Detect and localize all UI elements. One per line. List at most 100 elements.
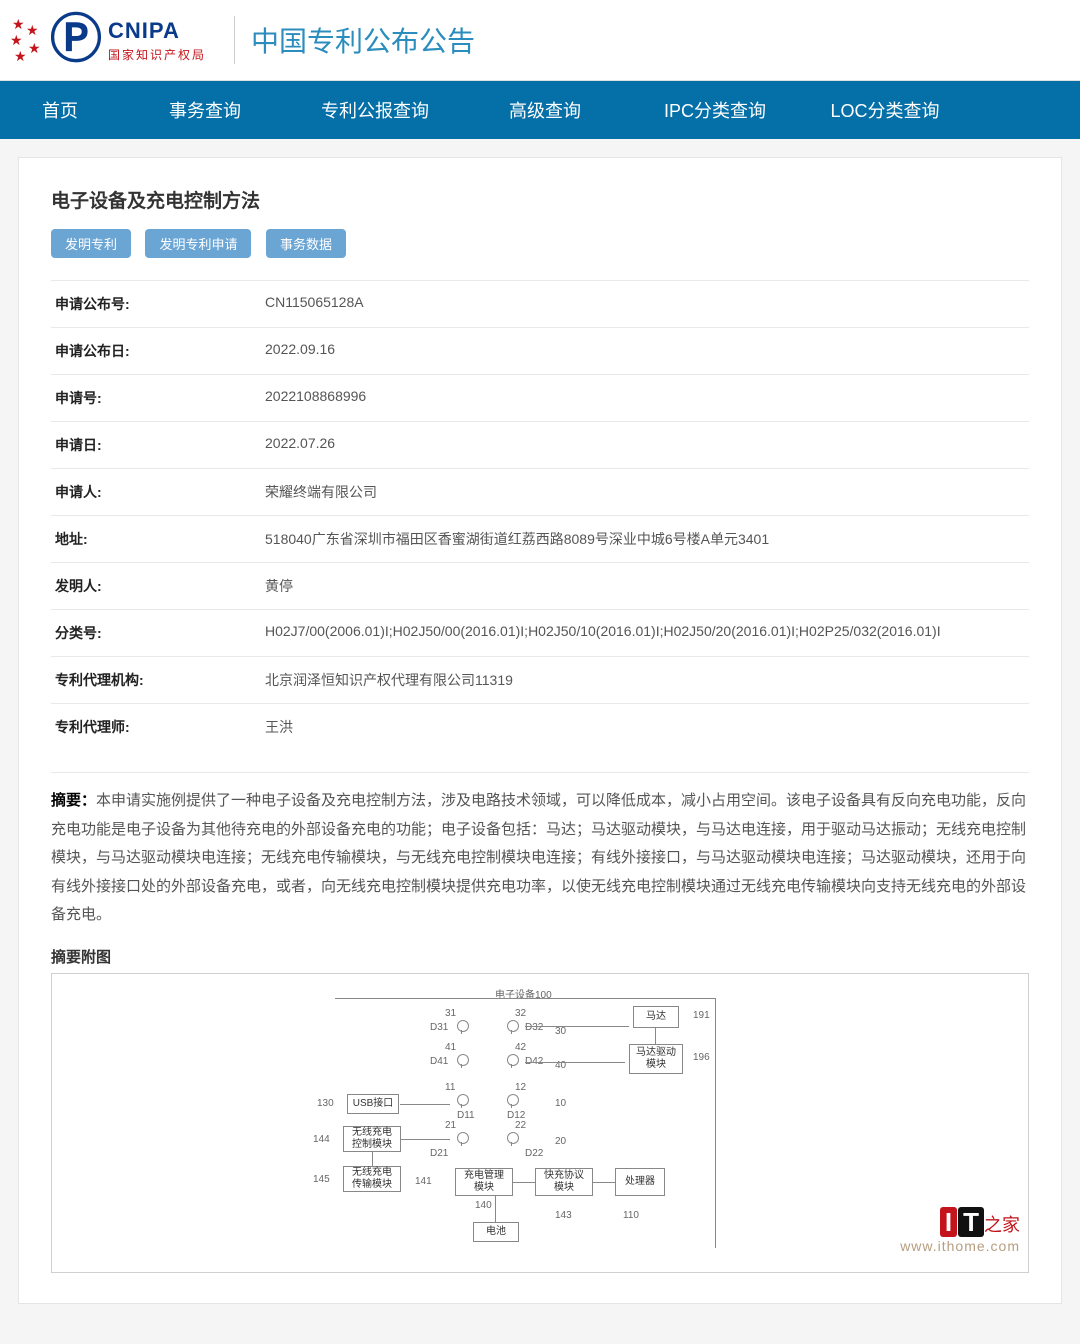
block-wl-ctrl: 无线充电控制模块 <box>343 1126 401 1152</box>
watermark-url: www.ithome.com <box>900 1238 1020 1254</box>
field-label: 申请人: <box>51 469 261 516</box>
table-row: 申请人:荣耀终端有限公司 <box>51 469 1029 516</box>
tag-row: 发明专利 发明专利申请 事务数据 <box>51 229 1029 258</box>
abstract-text: 本申请实施例提供了一种电子设备及充电控制方法，涉及电路技术领域，可以降低成本，减… <box>51 792 1026 923</box>
watermark: IT之家 www.ithome.com <box>900 1207 1020 1254</box>
info-table: 申请公布号:CN115065128A 申请公布日:2022.09.16 申请号:… <box>51 280 1029 750</box>
table-row: 发明人:黄停 <box>51 563 1029 610</box>
transistor-icon <box>455 1020 469 1032</box>
field-label: 申请公布日: <box>51 328 261 375</box>
num-41: 41 <box>445 1042 456 1053</box>
num-32: 32 <box>515 1008 526 1019</box>
table-row: 申请日:2022.07.26 <box>51 422 1029 469</box>
field-value: 2022108868996 <box>261 375 1029 422</box>
tag-invention[interactable]: 发明专利 <box>51 229 131 258</box>
org-name-en: CNIPA <box>108 18 206 44</box>
tag-affairs[interactable]: 事务数据 <box>266 229 346 258</box>
num-12: 12 <box>515 1082 526 1093</box>
site-header: ★★ ★★ ★ Ⓟ CNIPA 国家知识产权局 中国专利公布公告 <box>0 0 1080 81</box>
num-145: 145 <box>313 1174 330 1185</box>
num-110: 110 <box>623 1210 639 1221</box>
block-usb: USB接口 <box>347 1094 399 1114</box>
org-name-cn: 国家知识产权局 <box>108 46 206 63</box>
transistor-icon <box>455 1054 469 1066</box>
watermark-cn: 之家 <box>984 1211 1020 1237</box>
num-20: 20 <box>555 1136 566 1147</box>
figure-container: 电子设备100 马达 191 马达驱动模块 196 31 32 D31 D32 … <box>51 973 1029 1273</box>
nav-affairs[interactable]: 事务查询 <box>120 81 290 139</box>
block-qc-proto: 快充协议模块 <box>535 1168 593 1196</box>
field-label: 申请日: <box>51 422 261 469</box>
header-divider <box>234 16 235 64</box>
pin-d41: D41 <box>430 1056 448 1067</box>
block-motor: 马达 <box>633 1006 679 1028</box>
transistor-icon <box>505 1054 519 1066</box>
abstract: 摘要：本申请实施例提供了一种电子设备及充电控制方法，涉及电路技术领域，可以降低成… <box>51 787 1029 930</box>
table-row: 申请公布号:CN115065128A <box>51 281 1029 328</box>
num-22: 22 <box>515 1120 526 1131</box>
transistor-icon <box>505 1132 519 1144</box>
num-140: 140 <box>475 1200 492 1211</box>
table-row: 申请公布日:2022.09.16 <box>51 328 1029 375</box>
field-value: 2022.09.16 <box>261 328 1029 375</box>
field-value: CN115065128A <box>261 281 1029 328</box>
table-row: 申请号:2022108868996 <box>51 375 1029 422</box>
org-logo: ★★ ★★ ★ Ⓟ CNIPA 国家知识产权局 <box>8 10 206 70</box>
watermark-logo-icon: IT <box>940 1207 984 1237</box>
nav-ipc[interactable]: IPC分类查询 <box>630 81 800 139</box>
field-value: 荣耀终端有限公司 <box>261 469 1029 516</box>
field-value: 北京润泽恒知识产权代理有限公司11319 <box>261 657 1029 704</box>
num-144: 144 <box>313 1134 330 1145</box>
nav-loc[interactable]: LOC分类查询 <box>800 81 970 139</box>
block-batt: 电池 <box>473 1222 519 1242</box>
num-191: 191 <box>693 1010 710 1021</box>
pin-d22: D22 <box>525 1148 543 1159</box>
transistor-icon <box>505 1094 519 1106</box>
pin-d21: D21 <box>430 1148 448 1159</box>
field-label: 申请公布号: <box>51 281 261 328</box>
field-value: 黄停 <box>261 563 1029 610</box>
patent-title: 电子设备及充电控制方法 <box>51 186 1029 213</box>
figure-section-title: 摘要附图 <box>51 946 1029 967</box>
num-196: 196 <box>693 1052 710 1063</box>
transistor-icon <box>455 1094 469 1106</box>
field-label: 地址: <box>51 516 261 563</box>
abstract-label: 摘要： <box>51 792 96 809</box>
table-row: 分类号:H02J7/00(2006.01)I;H02J50/00(2016.01… <box>51 610 1029 657</box>
transistor-icon <box>455 1132 469 1144</box>
block-motor-drive: 马达驱动模块 <box>629 1044 683 1074</box>
num-130: 130 <box>317 1098 334 1109</box>
pin-d31: D31 <box>430 1022 448 1033</box>
field-label: 发明人: <box>51 563 261 610</box>
num-10: 10 <box>555 1098 566 1109</box>
block-chg-mgmt: 充电管理模块 <box>455 1168 513 1196</box>
pin-d32: D32 <box>525 1022 543 1033</box>
main-nav: 首页 事务查询 专利公报查询 高级查询 IPC分类查询 LOC分类查询 <box>0 81 1080 139</box>
nav-gazette[interactable]: 专利公报查询 <box>290 81 460 139</box>
site-title: 中国专利公布公告 <box>251 20 475 60</box>
field-label: 分类号: <box>51 610 261 657</box>
field-label: 申请号: <box>51 375 261 422</box>
field-value: H02J7/00(2006.01)I;H02J50/00(2016.01)I;H… <box>261 610 1029 657</box>
num-141: 141 <box>415 1176 432 1187</box>
patent-panel: 电子设备及充电控制方法 发明专利 发明专利申请 事务数据 申请公布号:CN115… <box>18 157 1062 1304</box>
num-31: 31 <box>445 1008 456 1019</box>
nav-home[interactable]: 首页 <box>0 81 120 139</box>
table-row: 专利代理师:王洪 <box>51 704 1029 751</box>
nav-advanced[interactable]: 高级查询 <box>460 81 630 139</box>
field-label: 专利代理机构: <box>51 657 261 704</box>
block-cpu: 处理器 <box>615 1168 665 1196</box>
field-value: 王洪 <box>261 704 1029 751</box>
logo-stars-icon: ★★ ★★ ★ <box>8 10 44 70</box>
num-42: 42 <box>515 1042 526 1053</box>
circuit-diagram: 电子设备100 马达 191 马达驱动模块 196 31 32 D31 D32 … <box>255 986 825 1256</box>
tag-application[interactable]: 发明专利申请 <box>145 229 251 258</box>
field-value: 2022.07.26 <box>261 422 1029 469</box>
transistor-icon <box>505 1020 519 1032</box>
logo-mark-icon: Ⓟ <box>50 14 102 66</box>
num-30: 30 <box>555 1026 566 1037</box>
num-21: 21 <box>445 1120 456 1131</box>
table-row: 专利代理机构:北京润泽恒知识产权代理有限公司11319 <box>51 657 1029 704</box>
field-label: 专利代理师: <box>51 704 261 751</box>
num-11: 11 <box>445 1082 455 1093</box>
